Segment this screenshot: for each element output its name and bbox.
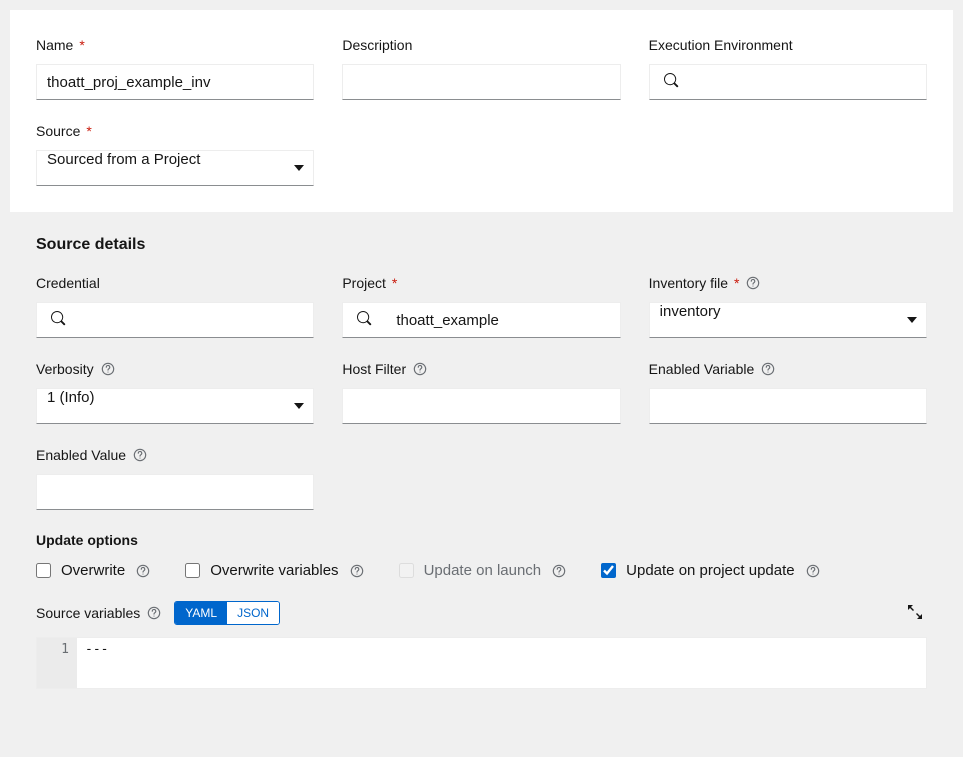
host-filter-input[interactable] xyxy=(342,388,620,424)
credential-lookup-button[interactable] xyxy=(36,302,80,338)
help-icon[interactable] xyxy=(100,361,116,377)
inventory-file-value: inventory xyxy=(660,303,721,320)
update-on-project-checkbox[interactable] xyxy=(601,563,616,578)
verbosity-select[interactable]: 1 (Info) xyxy=(36,388,314,424)
expand-editor-button[interactable] xyxy=(903,601,927,625)
help-icon[interactable] xyxy=(412,361,428,377)
update-options-title: Update options xyxy=(36,532,927,548)
credential-field: Credential xyxy=(36,274,314,338)
source-label: Source xyxy=(36,123,80,139)
overwrite-checkbox[interactable] xyxy=(36,563,51,578)
name-input[interactable] xyxy=(36,64,314,100)
help-icon[interactable] xyxy=(349,563,365,579)
format-toggle-group: YAML JSON xyxy=(174,601,280,625)
help-icon[interactable] xyxy=(132,447,148,463)
project-label: Project xyxy=(342,275,386,291)
overwrite-option: Overwrite xyxy=(36,562,151,579)
inventory-file-field: Inventory file * inventory xyxy=(649,274,927,338)
editor-content[interactable]: --- xyxy=(77,638,926,688)
source-variables-header: Source variables YAML JSON xyxy=(36,601,927,625)
overwrite-label[interactable]: Overwrite xyxy=(61,562,125,579)
top-panel: Name * Description Execution Environment xyxy=(10,10,953,212)
description-label: Description xyxy=(342,37,412,53)
verbosity-label: Verbosity xyxy=(36,361,94,377)
required-asterisk: * xyxy=(86,124,91,138)
source-variables-label: Source variables xyxy=(36,605,140,621)
inventory-file-label: Inventory file xyxy=(649,275,728,291)
source-details-panel: Source details Credential Project xyxy=(10,212,953,715)
update-on-launch-checkbox xyxy=(399,563,414,578)
search-icon xyxy=(51,311,66,329)
enabled-variable-field: Enabled Variable xyxy=(649,360,927,424)
required-asterisk: * xyxy=(734,276,739,290)
help-icon[interactable] xyxy=(551,563,567,579)
description-input[interactable] xyxy=(342,64,620,100)
execution-environment-label: Execution Environment xyxy=(649,37,793,53)
expand-icon xyxy=(907,604,923,623)
verbosity-field: Verbosity 1 (Info) xyxy=(36,360,314,424)
host-filter-label: Host Filter xyxy=(342,361,406,377)
name-label: Name xyxy=(36,37,73,53)
verbosity-value: 1 (Info) xyxy=(47,389,95,406)
search-icon xyxy=(357,311,372,329)
source-details-title: Source details xyxy=(36,236,927,254)
execution-environment-field: Execution Environment xyxy=(649,36,927,100)
source-select-value: Sourced from a Project xyxy=(47,151,200,168)
help-icon[interactable] xyxy=(146,605,162,621)
description-field: Description xyxy=(342,36,620,100)
required-asterisk: * xyxy=(79,38,84,52)
ee-lookup-button[interactable] xyxy=(649,64,693,100)
help-icon[interactable] xyxy=(805,563,821,579)
enabled-value-input[interactable] xyxy=(36,474,314,510)
enabled-variable-input[interactable] xyxy=(649,388,927,424)
update-on-launch-label: Update on launch xyxy=(424,562,542,579)
source-field: Source * Sourced from a Project xyxy=(36,122,314,186)
overwrite-vars-option: Overwrite variables xyxy=(185,562,364,579)
project-input[interactable] xyxy=(386,302,620,338)
source-variables-editor[interactable]: 1 --- xyxy=(36,637,927,689)
help-icon[interactable] xyxy=(745,275,761,291)
update-on-launch-option: Update on launch xyxy=(399,562,568,579)
credential-input[interactable] xyxy=(80,302,314,338)
source-select[interactable]: Sourced from a Project xyxy=(36,150,314,186)
overwrite-vars-label[interactable]: Overwrite variables xyxy=(210,562,338,579)
yaml-toggle-button[interactable]: YAML xyxy=(175,602,227,624)
update-on-project-label[interactable]: Update on project update xyxy=(626,562,794,579)
inventory-file-select[interactable]: inventory xyxy=(649,302,927,338)
json-toggle-button[interactable]: JSON xyxy=(227,602,279,624)
project-lookup-button[interactable] xyxy=(342,302,386,338)
help-icon[interactable] xyxy=(135,563,151,579)
required-asterisk: * xyxy=(392,276,397,290)
search-icon xyxy=(664,73,679,91)
help-icon[interactable] xyxy=(760,361,776,377)
enabled-value-field: Enabled Value xyxy=(36,446,314,510)
overwrite-vars-checkbox[interactable] xyxy=(185,563,200,578)
update-options-row: Overwrite Overwrite variables Update on … xyxy=(36,562,927,579)
line-number: 1 xyxy=(41,642,69,657)
editor-gutter: 1 xyxy=(37,638,77,688)
ee-input[interactable] xyxy=(693,64,927,100)
credential-label: Credential xyxy=(36,275,100,291)
enabled-variable-label: Enabled Variable xyxy=(649,361,755,377)
enabled-value-label: Enabled Value xyxy=(36,447,126,463)
project-field: Project * xyxy=(342,274,620,338)
update-on-project-option: Update on project update xyxy=(601,562,820,579)
host-filter-field: Host Filter xyxy=(342,360,620,424)
name-field: Name * xyxy=(36,36,314,100)
